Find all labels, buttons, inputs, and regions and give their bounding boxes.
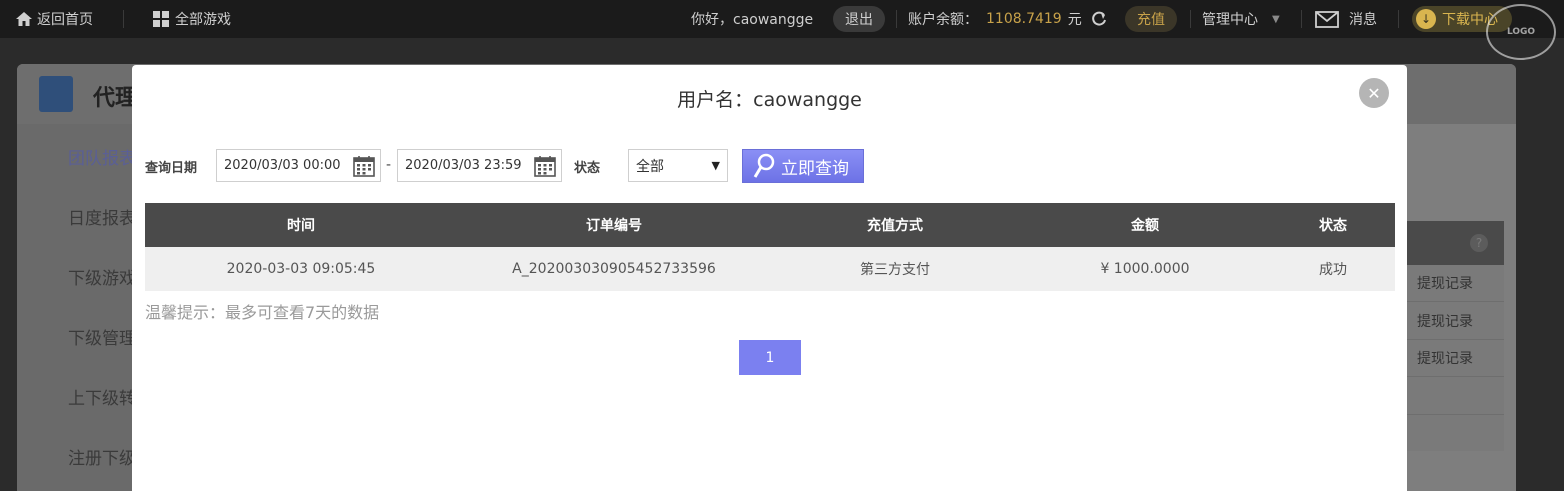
sidebar-item-team-report[interactable]: 团队报表 [68,144,136,169]
recharge-button[interactable]: 充值 [1125,6,1177,32]
cell-time: 2020-03-03 09:05:45 [145,247,457,291]
home-label: 返回首页 [37,12,93,28]
search-button-label: 立即查询 [781,158,849,179]
column-header-order-number: 订单编号 [457,203,771,247]
withdraw-record-link[interactable]: 提现记录 [1407,340,1504,377]
column-header-amount: 金额 [1019,203,1271,247]
cell-order-number: A_202003030905452733596 [457,247,771,291]
sidebar-item-register-sub[interactable]: 注册下级 [68,444,136,469]
refresh-icon[interactable] [1090,10,1108,28]
grid-icon [153,11,169,27]
management-dropdown[interactable]: 管理中心 ▼ [1202,0,1280,38]
home-link[interactable]: 返回首页 [16,0,93,38]
start-date-input[interactable]: 2020/03/03 00:00 [216,149,381,182]
greeting-text: 你好，caowangge [691,12,814,28]
logout-button[interactable]: 退出 [833,6,885,32]
sidebar-item-transfer[interactable]: 上下级转 [68,384,136,409]
top-nav-bar: 返回首页 全部游戏 你好，caowangge 退出 账户余额： 1108.741… [0,0,1564,60]
watermark-logo: LOGO [1486,4,1556,60]
end-date-input[interactable]: 2020/03/03 23:59 [397,149,562,182]
withdraw-record-link[interactable]: 提现记录 [1407,265,1504,302]
search-button[interactable]: 立即查询 [742,149,864,183]
calendar-icon[interactable] [353,155,375,177]
sidebar-item-sub-games[interactable]: 下级游戏 [68,264,136,289]
column-header-status: 状态 [1271,203,1395,247]
sidebar-item-sub-management[interactable]: 下级管理 [68,324,136,349]
cell-status: 成功 [1271,247,1395,291]
table-header-row: 时间 订单编号 充值方式 金额 状态 [145,203,1395,247]
background-table-header: ? [1407,221,1504,265]
background-table-right: ? 提现记录 提现记录 提现记录 [1407,221,1504,451]
dropdown-arrow-icon: ▼ [711,159,720,172]
query-date-label: 查询日期 [145,161,198,176]
pagination-page-button[interactable]: 1 [739,340,801,375]
date-separator: - [386,157,392,173]
all-games-link[interactable]: 全部游戏 [153,0,231,38]
query-bar: 查询日期 2020/03/03 00:00 - 2020/03/03 23:59… [145,149,1395,183]
background-sidebar: 团队报表 日度报表 下级游戏 下级管理 上下级转 注册下级 [17,124,136,491]
messages-link[interactable]: 消息 [1315,0,1377,38]
cell-recharge-method: 第三方支付 [771,247,1019,291]
cell-amount: ¥ 1000.0000 [1019,247,1271,291]
management-label: 管理中心 [1202,12,1258,28]
mail-icon [1315,10,1339,28]
home-icon [16,12,32,26]
recharge-detail-modal: 用户名：caowangge ✕ 查询日期 2020/03/03 00:00 - … [132,65,1407,491]
withdraw-record-link[interactable]: 提现记录 [1407,303,1504,340]
status-label: 状态 [574,161,601,176]
balance-unit: 元 [1067,12,1082,28]
column-header-recharge-method: 充值方式 [771,203,1019,247]
all-games-label: 全部游戏 [175,12,231,28]
agent-logo-icon [39,76,73,112]
messages-label: 消息 [1349,12,1377,28]
balance-label: 账户余额： [908,12,978,28]
table-row: 2020-03-03 09:05:45 A_202003030905452733… [145,247,1395,291]
close-icon[interactable]: ✕ [1359,78,1389,108]
status-select[interactable]: 全部 ▼ [628,149,728,182]
recharge-records-table: 时间 订单编号 充值方式 金额 状态 2020-03-03 09:05:45 A… [145,203,1395,291]
help-icon[interactable]: ? [1470,234,1488,252]
background-page-title: 代理 [93,86,138,111]
balance-display: 账户余额： 1108.7419 元 [908,0,1108,38]
calendar-icon[interactable] [534,155,556,177]
sidebar-item-daily-report[interactable]: 日度报表 [68,204,136,229]
column-header-time: 时间 [145,203,457,247]
magnifier-icon [753,153,775,178]
tip-text: 温馨提示：最多可查看7天的数据 [145,303,380,322]
table-row [1407,378,1504,415]
download-icon: ↓ [1416,9,1436,29]
chevron-down-icon: ▼ [1272,13,1280,25]
balance-value: 1108.7419 [986,11,1062,27]
modal-title: 用户名：caowangge [677,89,862,111]
